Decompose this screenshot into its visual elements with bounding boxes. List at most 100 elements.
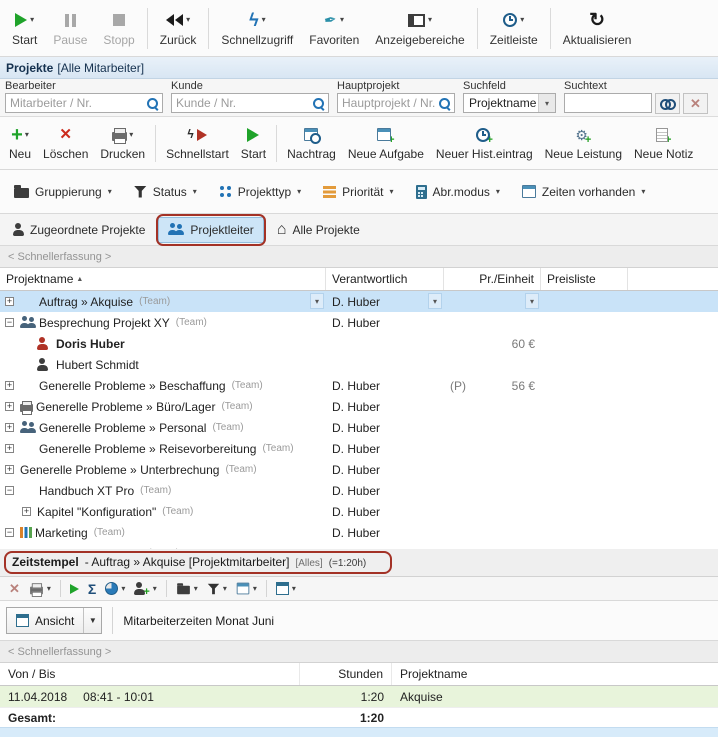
cell-dropdown[interactable]: ▾ <box>428 293 442 309</box>
project-row[interactable]: −Handbuch XT Pro(Team)D. Huber <box>0 480 718 501</box>
kunde-input[interactable] <box>176 96 310 110</box>
new-note-button[interactable]: + Neue Notiz <box>628 120 699 167</box>
start-timer-button[interactable] <box>66 582 83 596</box>
chevron-down-icon[interactable]: ▾ <box>340 16 344 24</box>
chevron-down-icon[interactable]: ▾ <box>129 131 133 139</box>
time-row[interactable]: Gesamt:1:20 <box>0 707 718 727</box>
search-icon[interactable] <box>312 97 325 110</box>
quick-entry-bar[interactable]: < Schnellerfassung > <box>0 641 718 663</box>
project-row[interactable]: Doris Huber60 € <box>0 333 718 354</box>
favorites-button[interactable]: ✒▾ Favoriten <box>301 3 367 54</box>
quick-access-button[interactable]: ϟ▾ Schnellzugriff <box>213 3 301 54</box>
chevron-down-icon[interactable]: ▾ <box>193 188 197 196</box>
chevron-down-icon[interactable]: ▾ <box>253 585 257 593</box>
chevron-down-icon[interactable]: ▾ <box>186 16 190 24</box>
column-header-preisliste[interactable]: Preisliste <box>541 268 628 290</box>
chevron-down-icon[interactable]: ▾ <box>297 188 301 196</box>
new-service-button[interactable]: ⚙+ Neue Leistung <box>539 120 628 167</box>
chevron-down-icon[interactable]: ▾ <box>538 94 555 112</box>
hauptprojekt-field[interactable] <box>337 93 455 113</box>
suchtext-input[interactable] <box>569 96 648 110</box>
kunde-field[interactable] <box>171 93 329 113</box>
chevron-down-icon[interactable]: ▾ <box>520 16 524 24</box>
refresh-button[interactable]: ↻ Aktualisieren <box>555 3 640 54</box>
delete-button[interactable]: ✕ Löschen <box>37 120 94 167</box>
chevron-down-icon[interactable]: ▾ <box>108 188 112 196</box>
column-header-projektname[interactable]: Projektname ▲ <box>0 268 326 290</box>
cell-dropdown[interactable]: ▾ <box>310 293 324 309</box>
chevron-down-icon[interactable]: ▾ <box>262 16 266 24</box>
project-row[interactable]: +Generelle Probleme » Personal(Team)D. H… <box>0 417 718 438</box>
project-row[interactable]: −Marketing(Team)D. Huber <box>0 522 718 543</box>
project-row[interactable]: +Generelle Probleme » Beschaffung(Team)D… <box>0 375 718 396</box>
times-available-button[interactable]: Zeiten vorhanden ▾ <box>513 177 654 207</box>
suchfeld-select[interactable]: Projektname ▾ <box>463 93 556 113</box>
chevron-down-icon[interactable]: ▾ <box>194 585 198 593</box>
project-row[interactable]: +Kapitel "Konfiguration"(Team)D. Huber <box>0 501 718 522</box>
project-row[interactable]: +Generelle Probleme » Unterbrechung(Team… <box>0 459 718 480</box>
new-button[interactable]: +▾ Neu <box>3 120 37 167</box>
chevron-down-icon[interactable]: ▾ <box>390 188 394 196</box>
column-header-stunden[interactable]: Stunden <box>300 663 392 685</box>
quickstart-button[interactable]: Schnellstart <box>160 120 235 167</box>
pause-button[interactable]: Pause <box>45 3 95 54</box>
new-history-entry-button[interactable]: + Neuer Hist.eintrag <box>430 120 539 167</box>
sum-button[interactable]: Σ <box>84 580 100 598</box>
expander-icon[interactable]: + <box>5 423 14 432</box>
tab-zugeordnete-projekte[interactable]: Zugeordnete Projekte <box>3 217 155 243</box>
bearbeiter-field[interactable] <box>5 93 163 113</box>
expander-icon[interactable]: − <box>5 528 14 537</box>
column-header-verantwortlich[interactable]: Verantwortlich <box>326 268 444 290</box>
ansicht-button[interactable]: Ansicht ▼ <box>6 607 102 634</box>
expander-icon[interactable]: + <box>5 297 14 306</box>
bearbeiter-input[interactable] <box>10 96 144 110</box>
search-icon[interactable] <box>146 97 159 110</box>
print-button[interactable]: ▾ Drucken <box>94 120 151 167</box>
status-button[interactable]: Status ▾ <box>125 177 206 207</box>
grouping-button[interactable]: Gruppierung ▾ <box>5 177 121 207</box>
person-button[interactable]: +▾ <box>130 580 160 597</box>
column-header-projektname[interactable]: Projektname <box>392 663 718 685</box>
expander-icon[interactable]: + <box>22 507 31 516</box>
backdate-button[interactable]: Nachtrag <box>281 120 342 167</box>
suchtext-field[interactable] <box>564 93 652 113</box>
quick-entry-bar[interactable]: < Schnellerfassung > <box>0 246 718 268</box>
priority-button[interactable]: Priorität ▾ <box>314 177 402 207</box>
tab-projektleiter[interactable]: Projektleiter <box>158 217 263 243</box>
expander-icon[interactable]: + <box>5 465 14 474</box>
project-type-button[interactable]: Projekttyp ▾ <box>210 177 310 207</box>
chevron-down-icon[interactable]: ▾ <box>641 188 645 196</box>
billing-mode-button[interactable]: Abr.modus ▾ <box>407 177 509 207</box>
project-row[interactable]: +Auftrag » Akquise(Team)▾D. Huber▾▾ <box>0 291 718 312</box>
chevron-down-icon[interactable]: ▾ <box>30 16 34 24</box>
column-header-preinheit[interactable]: Pr./Einheit <box>444 268 541 290</box>
start-button[interactable]: ▾ Start <box>4 3 45 54</box>
delete-time-button[interactable]: ✕ <box>5 580 24 597</box>
back-button[interactable]: ▾ Zurück <box>152 3 205 54</box>
calendar-button[interactable]: ▾ <box>232 580 261 597</box>
expander-icon[interactable]: − <box>5 486 14 495</box>
expander-icon[interactable]: + <box>5 381 14 390</box>
chevron-down-icon[interactable]: ▾ <box>496 188 500 196</box>
column-header-von-bis[interactable]: Von / Bis <box>0 663 300 685</box>
search-icon[interactable] <box>438 97 451 110</box>
chart-button[interactable]: ▾ <box>101 580 129 597</box>
project-row[interactable]: Hubert Schmidt <box>0 354 718 375</box>
expander-icon[interactable]: − <box>5 318 14 327</box>
new-task-button[interactable]: + Neue Aufgabe <box>342 120 430 167</box>
tab-alle-projekte[interactable]: ⌂ Alle Projekte <box>267 217 370 243</box>
chevron-down-icon[interactable]: ▾ <box>25 131 29 139</box>
view-areas-button[interactable]: ▾ Anzeigebereiche <box>367 3 472 54</box>
start-project-button[interactable]: Start <box>235 120 272 167</box>
stop-button[interactable]: Stopp <box>95 3 142 54</box>
project-row[interactable]: −Besprechung Projekt XY(Team)D. Huber <box>0 312 718 333</box>
chevron-down-icon[interactable]: ▾ <box>153 585 157 593</box>
expander-icon[interactable]: + <box>5 402 14 411</box>
project-row[interactable]: +Generelle Probleme » Reisevorbereitung(… <box>0 438 718 459</box>
report-button[interactable]: ▾ <box>272 580 300 597</box>
chevron-down-icon[interactable]: ▾ <box>223 585 227 593</box>
chevron-down-icon[interactable]: ▾ <box>428 16 432 24</box>
chevron-down-icon[interactable]: ▾ <box>121 585 125 593</box>
filter-button[interactable]: ▾ <box>203 581 231 597</box>
folder-button[interactable]: ▾ <box>172 580 202 597</box>
